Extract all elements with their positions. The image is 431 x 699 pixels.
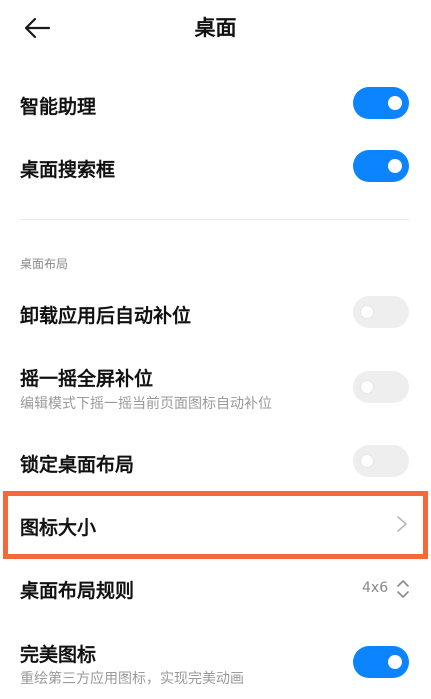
setting-desc-perfect-icons: 重绘第三方应用图标，实现完美动画 (20, 671, 244, 687)
setting-label-layout-rule: 桌面布局规则 (20, 580, 135, 602)
setting-row-perfect-icons[interactable]: 完美图标 重绘第三方应用图标，实现完美动画 (0, 634, 431, 694)
section-divider (20, 219, 409, 220)
setting-row-shake-fill[interactable]: 摇一摇全屏补位 编辑模式下摇一摇当前页面图标自动补位 (0, 360, 431, 418)
setting-label-shake-fill: 摇一摇全屏补位 (20, 368, 154, 390)
highlight-box (3, 491, 428, 559)
page-title: 桌面 (194, 16, 237, 40)
setting-label-search-box: 桌面搜索框 (20, 159, 116, 181)
chevron-up-down-icon[interactable] (396, 577, 410, 601)
search-box-toggle[interactable] (353, 150, 409, 182)
section-header-layout: 桌面布局 (20, 257, 69, 271)
layout-rule-value: 4x6 (362, 580, 389, 596)
smart-assistant-toggle[interactable] (353, 87, 409, 119)
top-bar: 桌面 (0, 0, 431, 56)
setting-desc-shake-fill: 编辑模式下摇一摇当前页面图标自动补位 (20, 396, 272, 412)
lock-layout-toggle[interactable] (353, 445, 409, 477)
auto-fill-toggle[interactable] (353, 296, 409, 328)
setting-label-smart-assistant: 智能助理 (20, 96, 97, 118)
setting-row-auto-fill[interactable]: 卸载应用后自动补位 (0, 289, 431, 337)
setting-label-lock-layout: 锁定桌面布局 (20, 454, 135, 476)
setting-row-lock-layout[interactable]: 锁定桌面布局 (0, 438, 431, 486)
shake-fill-toggle[interactable] (353, 371, 409, 403)
setting-row-smart-assistant[interactable]: 智能助理 (0, 80, 431, 128)
setting-row-search-box[interactable]: 桌面搜索框 (0, 143, 431, 191)
perfect-icons-toggle[interactable] (353, 646, 409, 678)
settings-page: 桌面 智能助理 桌面搜索框 桌面布局 卸载应用后自动补位 摇一摇全屏补位 编辑模… (0, 0, 431, 699)
setting-label-auto-fill: 卸载应用后自动补位 (20, 305, 192, 327)
setting-label-perfect-icons: 完美图标 (20, 644, 97, 666)
